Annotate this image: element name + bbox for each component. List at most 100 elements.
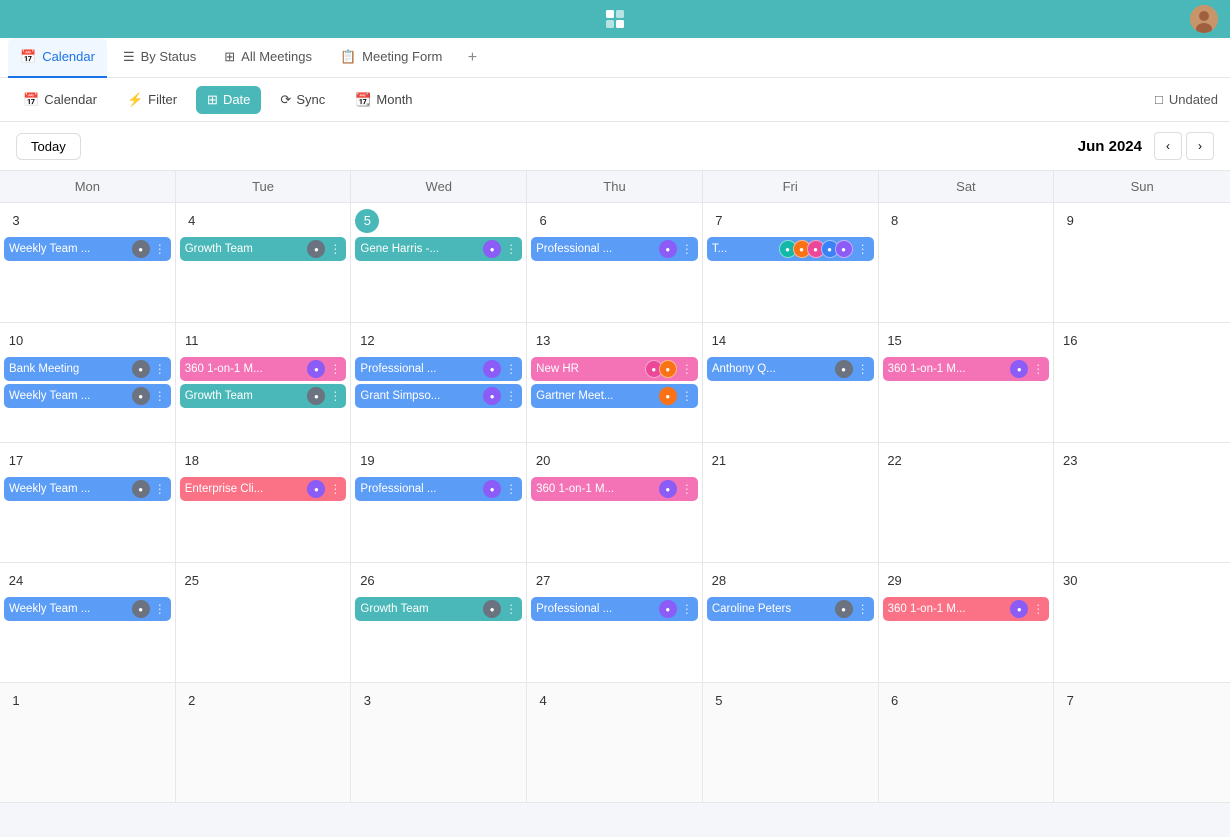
calendar-event[interactable]: 360 1-on-1 M...●⋮ bbox=[883, 597, 1050, 621]
calendar-event[interactable]: Professional ...●⋮ bbox=[531, 597, 698, 621]
today-button[interactable]: Today bbox=[16, 133, 81, 160]
prev-month-button[interactable]: ‹ bbox=[1154, 132, 1182, 160]
event-menu-button[interactable]: ⋮ bbox=[505, 242, 517, 256]
filter-button[interactable]: ⚡ Filter bbox=[116, 86, 188, 114]
event-menu-button[interactable]: ⋮ bbox=[681, 242, 693, 256]
event-menu-button[interactable]: ⋮ bbox=[505, 482, 517, 496]
calendar-cell[interactable]: 14+Anthony Q...●⋮ bbox=[703, 323, 879, 443]
tab-calendar[interactable]: 📅 Calendar bbox=[8, 38, 107, 78]
calendar-event[interactable]: 360 1-on-1 M...●⋮ bbox=[180, 357, 347, 381]
calendar-event[interactable]: Bank Meeting●⋮ bbox=[4, 357, 171, 381]
event-menu-button[interactable]: ⋮ bbox=[154, 389, 166, 403]
calendar-event[interactable]: Enterprise Cli...●⋮ bbox=[180, 477, 347, 501]
calendar-cell[interactable]: 16+ bbox=[1054, 323, 1230, 443]
calendar-event[interactable]: 360 1-on-1 M...●⋮ bbox=[883, 357, 1050, 381]
event-menu-button[interactable]: ⋮ bbox=[1032, 602, 1044, 616]
calendar-cell[interactable]: 23+ bbox=[1054, 443, 1230, 563]
calendar-cell[interactable]: 13+New HR●●⋮Gartner Meet...●⋮ bbox=[527, 323, 703, 443]
calendar-cell[interactable]: 26+Growth Team●⋮ bbox=[351, 563, 527, 683]
calendar-event[interactable]: Grant Simpso...●⋮ bbox=[355, 384, 522, 408]
event-menu-button[interactable]: ⋮ bbox=[154, 242, 166, 256]
event-menu-button[interactable]: ⋮ bbox=[857, 362, 869, 376]
calendar-cell[interactable]: 29+360 1-on-1 M...●⋮ bbox=[879, 563, 1055, 683]
calendar-cell[interactable]: 7+ bbox=[1054, 683, 1230, 803]
event-menu-button[interactable]: ⋮ bbox=[1032, 362, 1044, 376]
event-menu-button[interactable]: ⋮ bbox=[505, 602, 517, 616]
calendar-cell[interactable]: 22+ bbox=[879, 443, 1055, 563]
calendar-cell[interactable]: 5+Gene Harris -...●⋮ bbox=[351, 203, 527, 323]
calendar-cell[interactable]: 5+ bbox=[703, 683, 879, 803]
event-menu-button[interactable]: ⋮ bbox=[329, 482, 341, 496]
calendar-cell[interactable]: 9+ bbox=[1054, 203, 1230, 323]
event-menu-button[interactable]: ⋮ bbox=[681, 602, 693, 616]
calendar-event[interactable]: Gene Harris -...●⋮ bbox=[355, 237, 522, 261]
event-menu-button[interactable]: ⋮ bbox=[857, 602, 869, 616]
calendar-view-button[interactable]: 📅 Calendar bbox=[12, 86, 108, 114]
calendar-cell[interactable]: 21+ bbox=[703, 443, 879, 563]
calendar-cell[interactable]: 8+ bbox=[879, 203, 1055, 323]
calendar-cell[interactable]: 6+Professional ...●⋮ bbox=[527, 203, 703, 323]
next-month-button[interactable]: › bbox=[1186, 132, 1214, 160]
calendar-cell[interactable]: 15+360 1-on-1 M...●⋮ bbox=[879, 323, 1055, 443]
calendar-cell[interactable]: 25+ bbox=[176, 563, 352, 683]
calendar-event[interactable]: Gartner Meet...●⋮ bbox=[531, 384, 698, 408]
sync-button[interactable]: ⟳ Sync bbox=[269, 86, 336, 114]
calendar-cell[interactable]: 28+Caroline Peters●⋮ bbox=[703, 563, 879, 683]
calendar-event[interactable]: T...●●●●●⋮ bbox=[707, 237, 874, 261]
calendar-event[interactable]: Professional ...●⋮ bbox=[355, 357, 522, 381]
calendar-event[interactable]: Weekly Team ...●⋮ bbox=[4, 477, 171, 501]
calendar-cell[interactable]: 2+ bbox=[176, 683, 352, 803]
event-menu-button[interactable]: ⋮ bbox=[681, 482, 693, 496]
calendar-event[interactable]: Anthony Q...●⋮ bbox=[707, 357, 874, 381]
calendar-cell[interactable]: 3+ bbox=[351, 683, 527, 803]
calendar-cell[interactable]: 20+360 1-on-1 M...●⋮ bbox=[527, 443, 703, 563]
calendar-event[interactable]: Caroline Peters●⋮ bbox=[707, 597, 874, 621]
event-menu-button[interactable]: ⋮ bbox=[681, 389, 693, 403]
tab-meeting-form[interactable]: 📋 Meeting Form bbox=[328, 38, 454, 78]
calendar-cell[interactable]: 1+ bbox=[0, 683, 176, 803]
event-menu-button[interactable]: ⋮ bbox=[681, 362, 693, 376]
event-menu-button[interactable]: ⋮ bbox=[329, 389, 341, 403]
event-menu-button[interactable]: ⋮ bbox=[154, 362, 166, 376]
event-menu-button[interactable]: ⋮ bbox=[329, 362, 341, 376]
calendar-cell[interactable]: 17+Weekly Team ...●⋮ bbox=[0, 443, 176, 563]
tab-all-meetings[interactable]: ⊞ All Meetings bbox=[212, 38, 324, 78]
calendar-cell[interactable]: 6+ bbox=[879, 683, 1055, 803]
calendar-cell[interactable]: 30+ bbox=[1054, 563, 1230, 683]
date-number: 18 bbox=[180, 449, 204, 473]
calendar-cell[interactable]: 7+T...●●●●●⋮ bbox=[703, 203, 879, 323]
calendar-cell[interactable]: 12+Professional ...●⋮Grant Simpso...●⋮ bbox=[351, 323, 527, 443]
undated-button[interactable]: □ Undated bbox=[1155, 92, 1218, 107]
calendar-cell[interactable]: 24+Weekly Team ...●⋮ bbox=[0, 563, 176, 683]
date-button[interactable]: ⊞ Date bbox=[196, 86, 261, 114]
calendar-event[interactable]: New HR●●⋮ bbox=[531, 357, 698, 381]
user-avatar[interactable] bbox=[1190, 5, 1218, 33]
event-menu-button[interactable]: ⋮ bbox=[154, 602, 166, 616]
add-tab-button[interactable]: + bbox=[458, 44, 486, 72]
event-menu-button[interactable]: ⋮ bbox=[857, 242, 869, 256]
calendar-event[interactable]: 360 1-on-1 M...●⋮ bbox=[531, 477, 698, 501]
calendar-event[interactable]: Weekly Team ...●⋮ bbox=[4, 597, 171, 621]
calendar-cell[interactable]: 3+Weekly Team ...●⋮ bbox=[0, 203, 176, 323]
event-menu-button[interactable]: ⋮ bbox=[505, 362, 517, 376]
calendar-event[interactable]: Professional ...●⋮ bbox=[531, 237, 698, 261]
event-menu-button[interactable]: ⋮ bbox=[329, 242, 341, 256]
tab-by-status[interactable]: ☰ By Status bbox=[111, 38, 208, 78]
calendar-event[interactable]: Weekly Team ...●⋮ bbox=[4, 384, 171, 408]
calendar-cell[interactable]: 18+Enterprise Cli...●⋮ bbox=[176, 443, 352, 563]
calendar-cell[interactable]: 10+Bank Meeting●⋮Weekly Team ...●⋮ bbox=[0, 323, 176, 443]
event-menu-button[interactable]: ⋮ bbox=[505, 389, 517, 403]
month-button[interactable]: 📆 Month bbox=[344, 86, 423, 114]
calendar-cell[interactable]: 4+Growth Team●⋮ bbox=[176, 203, 352, 323]
calendar-cell[interactable]: 11+360 1-on-1 M...●⋮Growth Team●⋮ bbox=[176, 323, 352, 443]
event-menu-button[interactable]: ⋮ bbox=[154, 482, 166, 496]
calendar-event[interactable]: Growth Team●⋮ bbox=[355, 597, 522, 621]
calendar-event[interactable]: Growth Team●⋮ bbox=[180, 237, 347, 261]
calendar-event[interactable]: Growth Team●⋮ bbox=[180, 384, 347, 408]
calendar-cell[interactable]: 4+ bbox=[527, 683, 703, 803]
calendar-event[interactable]: Weekly Team ...●⋮ bbox=[4, 237, 171, 261]
calendar-cell[interactable]: 19+Professional ...●⋮ bbox=[351, 443, 527, 563]
day-wed: Wed bbox=[351, 171, 527, 202]
calendar-cell[interactable]: 27+Professional ...●⋮ bbox=[527, 563, 703, 683]
calendar-event[interactable]: Professional ...●⋮ bbox=[355, 477, 522, 501]
